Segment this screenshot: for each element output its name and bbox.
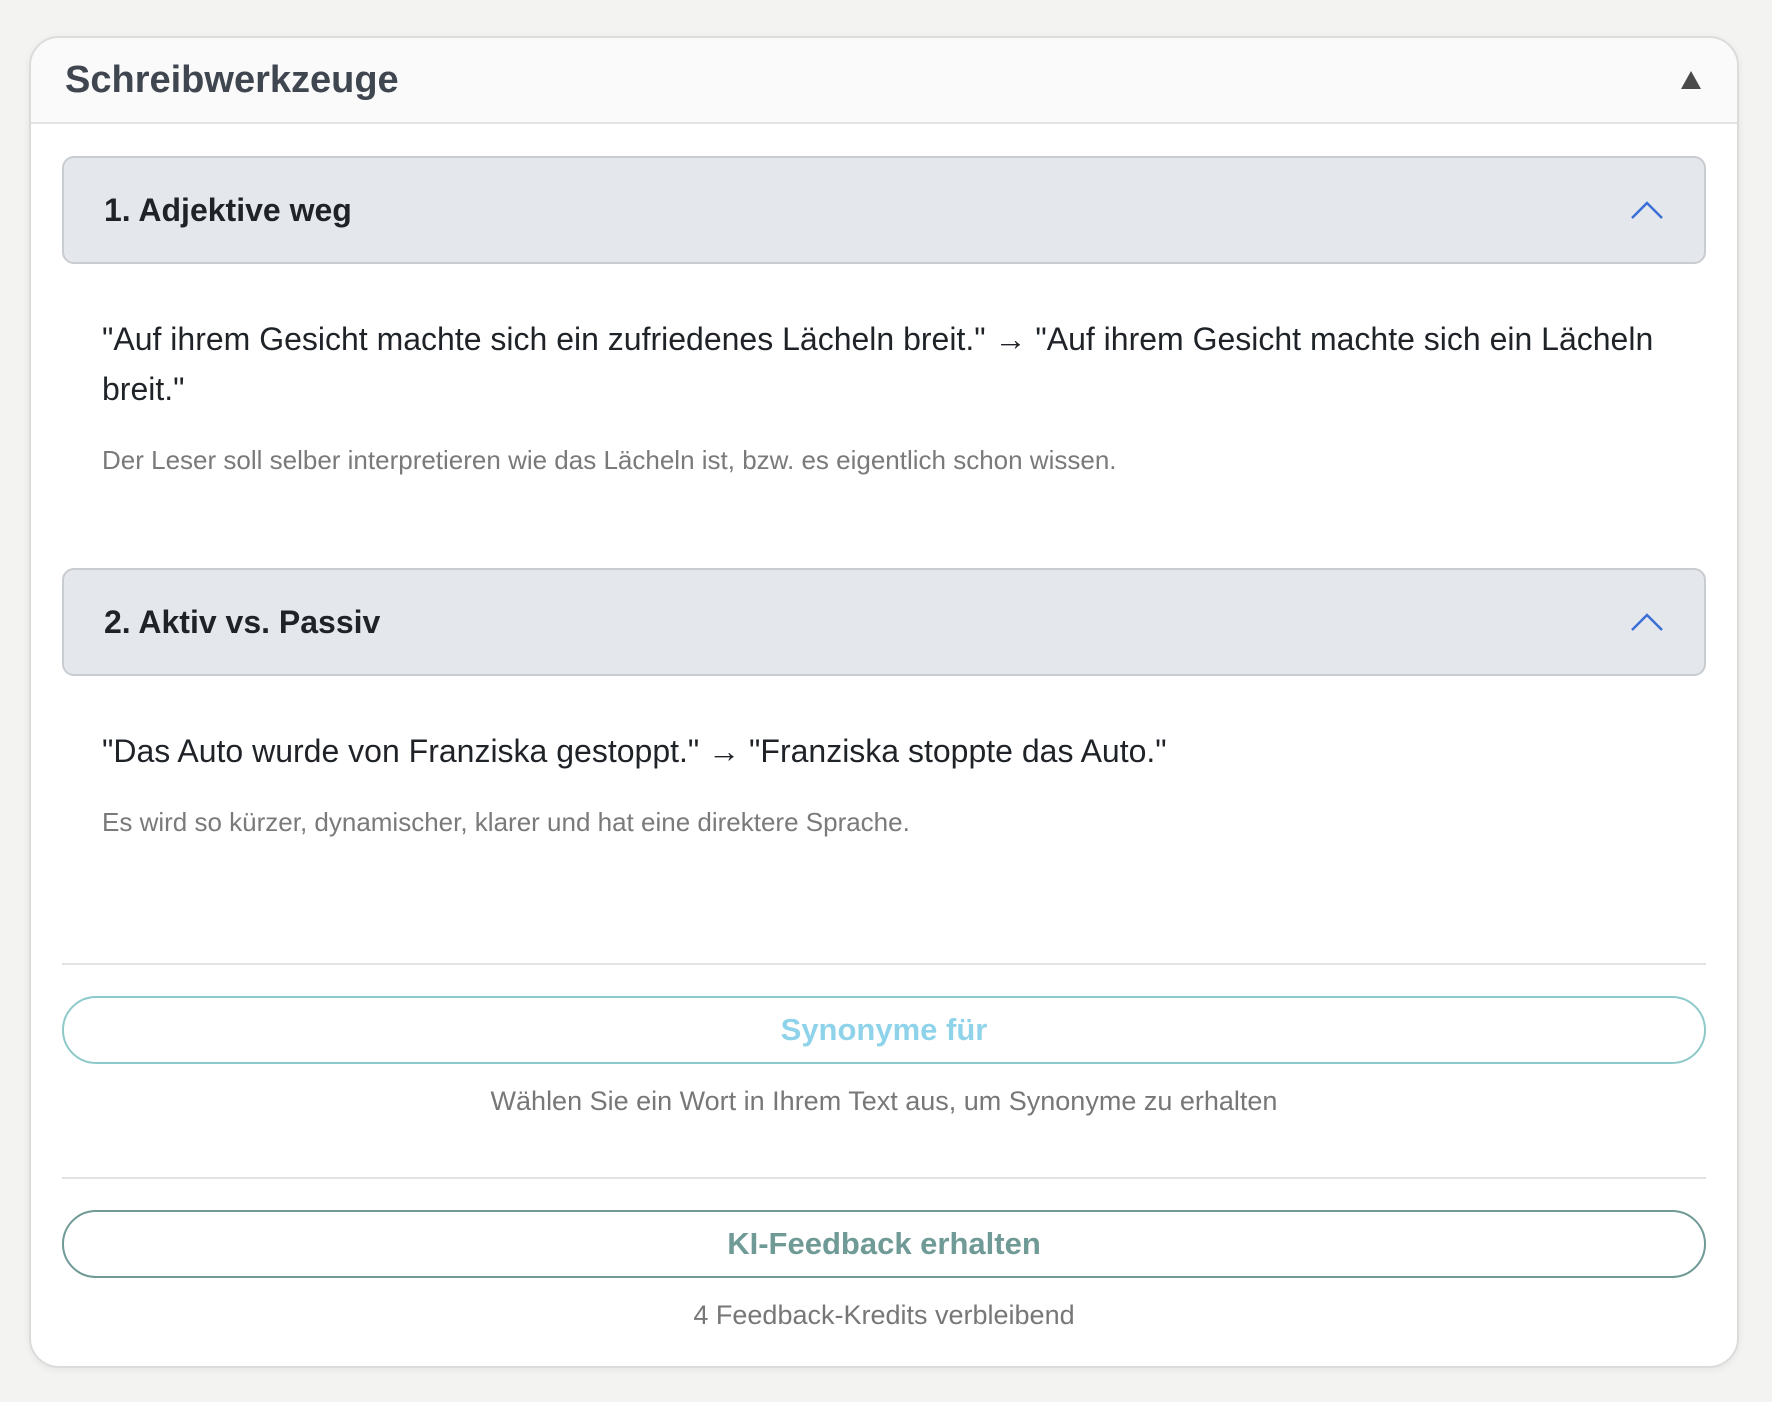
panel-title: Schreibwerkzeuge — [65, 58, 399, 101]
accordion-body-adjectives: "Auf ihrem Gesicht machte sich ein zufri… — [62, 264, 1706, 568]
feedback-credits: 4 Feedback-Kredits verbleibend — [693, 1300, 1075, 1330]
synonyms-button[interactable]: Synonyme für — [62, 996, 1706, 1064]
explanation-text: Es wird so kürzer, dynamischer, klarer u… — [102, 807, 910, 837]
chevron-up-icon[interactable] — [1630, 612, 1664, 632]
example-text: "Das Auto wurde von Franziska gestoppt."… — [102, 733, 1167, 769]
triangle-up-icon[interactable] — [1681, 71, 1701, 89]
synonym-hint: Wählen Sie ein Wort in Ihrem Text aus, u… — [490, 1086, 1278, 1116]
accordion-body-active-passive: "Das Auto wurde von Franziska gestoppt."… — [62, 676, 1706, 963]
accordion-title: 1. Adjektive weg — [104, 191, 352, 228]
writing-tools-panel: Schreibwerkzeuge 1. Adjektive weg "Auf i… — [29, 36, 1739, 1368]
panel-header[interactable]: Schreibwerkzeuge — [31, 38, 1737, 124]
accordion-title: 2. Aktiv vs. Passiv — [104, 603, 381, 640]
panel-content: 1. Adjektive weg "Auf ihrem Gesicht mach… — [31, 124, 1737, 1331]
explanation-text: Der Leser soll selber interpretieren wie… — [102, 445, 1117, 475]
example-text: "Auf ihrem Gesicht machte sich ein zufri… — [102, 321, 1654, 407]
accordion-header-active-passive[interactable]: 2. Aktiv vs. Passiv — [62, 568, 1706, 676]
synonym-tool: Synonyme für Wählen Sie ein Wort in Ihre… — [62, 965, 1706, 1177]
chevron-up-icon[interactable] — [1630, 200, 1664, 220]
feedback-tool: KI-Feedback erhalten 4 Feedback-Kredits … — [62, 1179, 1706, 1331]
accordion-header-adjectives[interactable]: 1. Adjektive weg — [62, 156, 1706, 264]
ai-feedback-button[interactable]: KI-Feedback erhalten — [62, 1210, 1706, 1278]
